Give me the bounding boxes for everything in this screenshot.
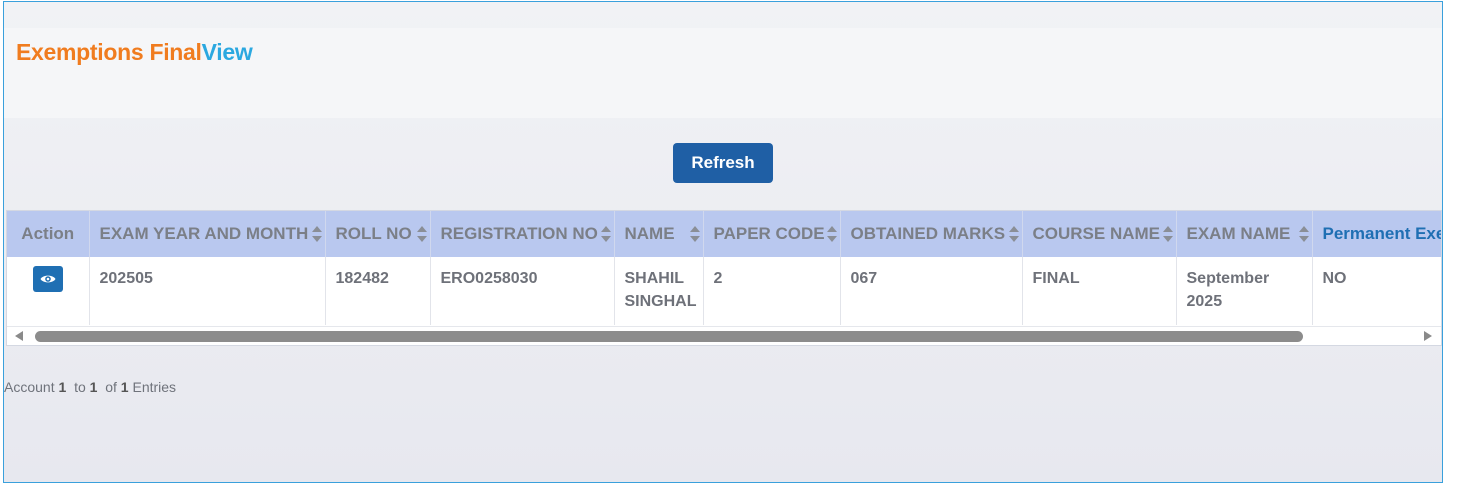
sort-icon[interactable] [1008, 226, 1019, 242]
exemptions-table: Action EXAM YEAR AND MONTH ROLL NO REGIS… [7, 211, 1441, 325]
name-line1: SHAHIL [624, 270, 685, 287]
column-header-roll-no[interactable]: ROLL NO [325, 211, 431, 257]
cell-obtained-marks: 067 [840, 257, 1023, 325]
sort-icon[interactable] [826, 226, 837, 242]
refresh-button[interactable]: Refresh [673, 143, 773, 183]
page-title-part1: Exemptions Final [16, 39, 202, 65]
column-header-exam-year-month[interactable]: EXAM YEAR AND MONTH [89, 211, 326, 257]
exam-name-line1: September [1186, 270, 1270, 287]
pagination-to: 1 [89, 379, 98, 395]
column-header-registration-no[interactable]: REGISTRATION NO [430, 211, 615, 257]
pagination-prefix: Account [4, 379, 55, 395]
name-line2: SINGHAL [624, 293, 697, 310]
page-frame: Exemptions FinalView Refresh Action EXAM… [3, 1, 1443, 483]
cell-exam-name: September 2025 [1176, 257, 1313, 325]
cell-action [7, 257, 90, 325]
pagination-info: Account 1 to 1 of 1 Entries [4, 379, 176, 395]
cell-permanent-exemption: NO [1312, 257, 1441, 325]
column-header-permanent-exemption[interactable]: Permanent Exemption [1312, 211, 1441, 257]
cell-paper-code: 2 [703, 257, 841, 325]
sort-icon[interactable] [1298, 226, 1309, 242]
cell-roll-no: 182482 [325, 257, 431, 325]
column-header-label: PAPER CODE [713, 224, 825, 243]
sort-icon[interactable] [600, 226, 611, 242]
pagination-to-word: to [74, 379, 86, 395]
column-header-label: EXAM NAME [1186, 224, 1291, 243]
column-header-label: COURSE NAME [1032, 224, 1161, 243]
column-header-action: Action [7, 211, 90, 257]
sort-icon[interactable] [416, 226, 427, 242]
page-title: Exemptions FinalView [16, 39, 253, 66]
cell-name: SHAHIL SINGHAL [614, 257, 704, 325]
horizontal-scrollbar[interactable] [7, 326, 1441, 345]
column-header-label: OBTAINED MARKS [850, 224, 1006, 243]
view-button[interactable] [32, 266, 63, 292]
cell-course-name: FINAL [1022, 257, 1177, 325]
column-header-label: REGISTRATION NO [440, 224, 598, 243]
cell-exam-year-month: 202505 [89, 257, 326, 325]
sort-icon[interactable] [311, 226, 322, 242]
pagination-suffix: Entries [132, 379, 177, 395]
exemptions-table-container: Action EXAM YEAR AND MONTH ROLL NO REGIS… [6, 210, 1442, 346]
column-header-name[interactable]: NAME [614, 211, 704, 257]
page-title-part2: View [201, 39, 253, 65]
column-header-course-name[interactable]: COURSE NAME [1022, 211, 1177, 257]
column-header-label: ROLL NO [335, 224, 412, 243]
scroll-right-arrow-icon[interactable] [1424, 331, 1432, 341]
column-header-label: NAME [624, 224, 675, 243]
sort-icon[interactable] [689, 226, 700, 242]
eye-icon [40, 275, 56, 283]
table-header-row: Action EXAM YEAR AND MONTH ROLL NO REGIS… [7, 211, 1441, 257]
cell-registration-no: ERO0258030 [430, 257, 615, 325]
column-header-obtained-marks[interactable]: OBTAINED MARKS [840, 211, 1023, 257]
sort-icon[interactable] [1162, 226, 1173, 242]
pagination-of-word: of [105, 379, 117, 395]
scrollbar-thumb[interactable] [35, 331, 1303, 342]
pagination-total: 1 [120, 379, 129, 395]
column-header-paper-code[interactable]: PAPER CODE [703, 211, 841, 257]
scroll-left-arrow-icon[interactable] [15, 331, 23, 341]
column-header-exam-name[interactable]: EXAM NAME [1176, 211, 1313, 257]
pagination-from: 1 [58, 379, 67, 395]
column-header-label: EXAM YEAR AND MONTH [99, 224, 309, 243]
exam-name-line2: 2025 [1186, 293, 1223, 310]
table-row: 202505 182482 ERO0258030 SHAHIL SINGHAL 2… [7, 257, 1441, 325]
